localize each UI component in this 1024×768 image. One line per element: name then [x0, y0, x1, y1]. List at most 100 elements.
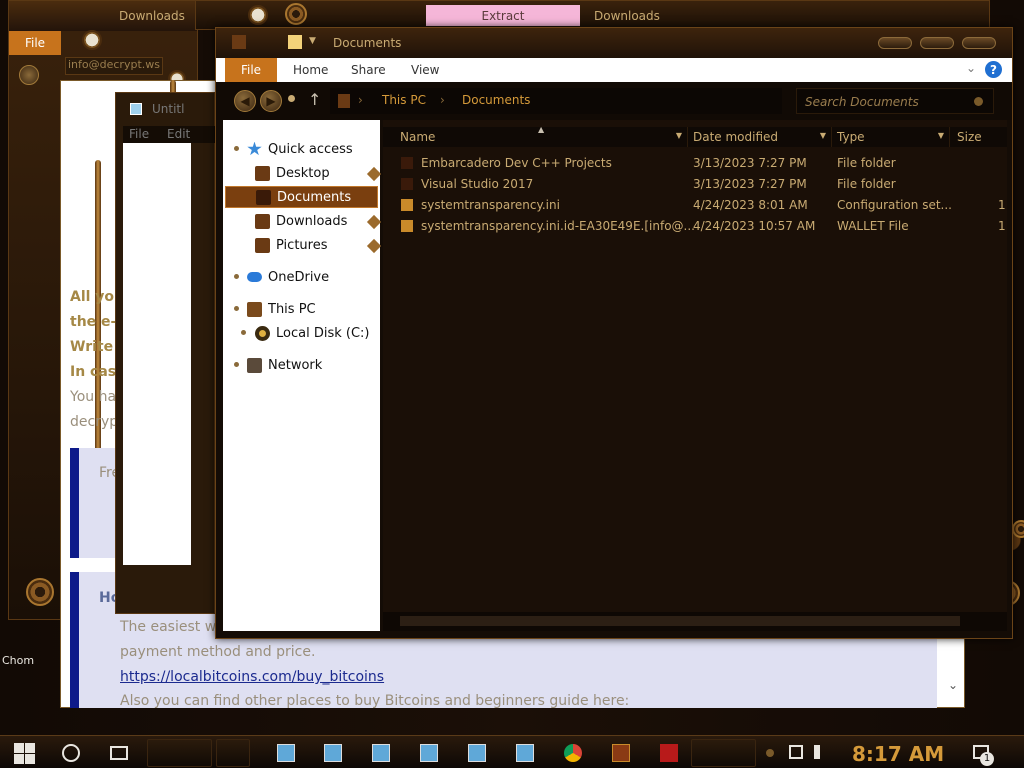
nav-network[interactable]: Network [247, 354, 322, 376]
documents-icon [256, 189, 271, 205]
expand-bullet-icon[interactable] [234, 362, 239, 367]
ribbon-tab-home[interactable]: Home [293, 63, 328, 77]
file-menu-button[interactable]: File [9, 31, 61, 55]
column-label: Type [837, 130, 865, 144]
star-icon [247, 141, 262, 156]
file-row[interactable]: Visual Studio 2017 3/13/2023 7:27 PM Fil… [383, 174, 1007, 195]
minimize-button[interactable] [878, 37, 912, 49]
horizontal-scrollbar[interactable] [383, 612, 1007, 631]
scroll-down-button[interactable]: ⌄ [946, 678, 960, 692]
cortana-icon[interactable] [62, 744, 80, 762]
column-filter-icon[interactable]: ▼ [820, 131, 826, 140]
close-button[interactable] [962, 37, 996, 49]
pin-icon[interactable] [366, 166, 382, 182]
ribbon-file-tab[interactable]: File [225, 58, 277, 82]
forward-button[interactable]: ▶ [260, 90, 282, 112]
expand-bullet-icon[interactable] [241, 330, 246, 335]
column-filter-icon[interactable]: ▼ [676, 131, 682, 140]
file-size: 1 [998, 219, 1006, 233]
nav-label: Pictures [276, 237, 328, 253]
background-window-title: Downloads [119, 9, 185, 23]
scrollbar-thumb[interactable] [400, 616, 960, 626]
search-input[interactable]: Search Documents [796, 88, 994, 114]
taskbar-slot[interactable] [216, 739, 250, 767]
up-arrow-icon[interactable]: ↑ [308, 90, 321, 109]
address-bar-row: ◀ ▶ ↑ › This PC › Documents ⌄ ↻ Search D… [216, 82, 1012, 120]
pressure-gauge-icon [82, 30, 102, 50]
file-date: 3/13/2023 7:27 PM [693, 177, 807, 191]
pin-icon[interactable] [366, 238, 382, 254]
nav-documents[interactable]: Documents [225, 186, 378, 208]
extract-tab[interactable]: Extract [426, 5, 580, 26]
nav-label: OneDrive [268, 269, 330, 285]
file-row[interactable]: systemtransparency.ini.id-EA30E49E.[info… [383, 216, 1007, 237]
file-name: Embarcadero Dev C++ Projects [421, 156, 612, 170]
breadcrumb-documents[interactable]: Documents [462, 93, 530, 107]
taskbar-slot[interactable] [147, 739, 212, 767]
maximize-button[interactable] [920, 37, 954, 49]
taskbar-slot[interactable] [691, 739, 756, 767]
taskbar-app-chrome[interactable] [558, 740, 586, 766]
remote-desktop-icon [324, 744, 342, 762]
taskbar-app-explorer[interactable] [318, 740, 346, 766]
nav-downloads[interactable]: Downloads [255, 210, 347, 232]
notepad-menu-file[interactable]: File [129, 127, 149, 141]
recent-locations-icon[interactable] [288, 95, 295, 102]
column-header-type[interactable]: Type ▼ [832, 127, 950, 147]
folder-icon[interactable] [288, 35, 302, 49]
nav-desktop[interactable]: Desktop [255, 162, 330, 184]
search-icon[interactable] [974, 97, 983, 106]
taskbar-app-explorer[interactable] [414, 740, 442, 766]
breadcrumb-this-pc[interactable]: This PC [382, 93, 426, 107]
notepad-text-area[interactable] [123, 143, 191, 565]
file-size: 1 [998, 198, 1006, 212]
nav-pictures[interactable]: Pictures [255, 234, 327, 256]
pin-icon[interactable] [366, 214, 382, 230]
nav-quick-access[interactable]: Quick access [247, 138, 353, 160]
network-tray-icon[interactable] [789, 745, 803, 759]
file-row[interactable]: systemtransparency.ini 4/24/2023 8:01 AM… [383, 195, 1007, 216]
help-button[interactable]: ? [985, 61, 1002, 78]
ribbon-expand-icon[interactable]: ⌄ [966, 61, 976, 75]
back-button[interactable]: ◀ [234, 90, 256, 112]
expand-bullet-icon[interactable] [234, 306, 239, 311]
nav-label: This PC [268, 301, 316, 317]
back-button[interactable] [19, 65, 39, 85]
column-header-name[interactable]: ▲ Name ▼ [383, 125, 688, 147]
notepad-menu-edit[interactable]: Edit [167, 127, 190, 141]
email-field[interactable]: info@decrypt.ws [65, 57, 163, 75]
localbitcoins-link[interactable]: https://localbitcoins.com/buy_bitcoins [120, 669, 384, 685]
nav-this-pc[interactable]: This PC [247, 298, 316, 320]
column-header-size[interactable]: Size [950, 127, 1007, 147]
taskbar-app-explorer[interactable] [462, 740, 490, 766]
ribbon-tab-view[interactable]: View [411, 63, 439, 77]
pictures-icon [255, 237, 270, 253]
expand-bullet-icon[interactable] [234, 274, 239, 279]
nav-label: Downloads [276, 213, 348, 229]
qat-dropdown-icon[interactable]: ▼ [309, 36, 316, 46]
nav-onedrive[interactable]: OneDrive [247, 266, 329, 288]
flash-icon [660, 744, 678, 762]
address-box[interactable]: › This PC › Documents ⌄ ↻ [330, 88, 886, 114]
taskbar-app-explorer[interactable] [366, 740, 394, 766]
taskbar-app-flash[interactable] [654, 740, 682, 766]
explorer-window: ▼ Documents File Home Share View ⌄ ? ◀ ▶… [215, 27, 1013, 639]
taskbar-app-media[interactable] [606, 740, 634, 766]
properties-icon[interactable] [232, 35, 246, 49]
column-filter-icon[interactable]: ▼ [938, 131, 944, 140]
start-button[interactable] [14, 741, 36, 765]
file-row[interactable]: Embarcadero Dev C++ Projects 3/13/2023 7… [383, 153, 1007, 174]
column-header-date[interactable]: Date modified ▼ [688, 127, 832, 147]
expand-bullet-icon[interactable] [234, 146, 239, 151]
desktop-icon-label[interactable]: Chom [2, 654, 34, 667]
taskbar-app-explorer[interactable] [271, 740, 299, 766]
task-view-icon[interactable] [110, 746, 128, 760]
volume-muted-icon[interactable] [814, 745, 824, 759]
taskbar-app-explorer[interactable] [510, 740, 538, 766]
ribbon-tab-share[interactable]: Share [351, 63, 386, 77]
tray-gear-icon[interactable] [766, 749, 774, 757]
help-icon: ? [990, 62, 997, 77]
panel-text: The easiest wa [120, 619, 225, 635]
taskbar-clock[interactable]: 8:17 AM [852, 742, 944, 766]
nav-local-disk[interactable]: Local Disk (C:) [255, 322, 369, 344]
